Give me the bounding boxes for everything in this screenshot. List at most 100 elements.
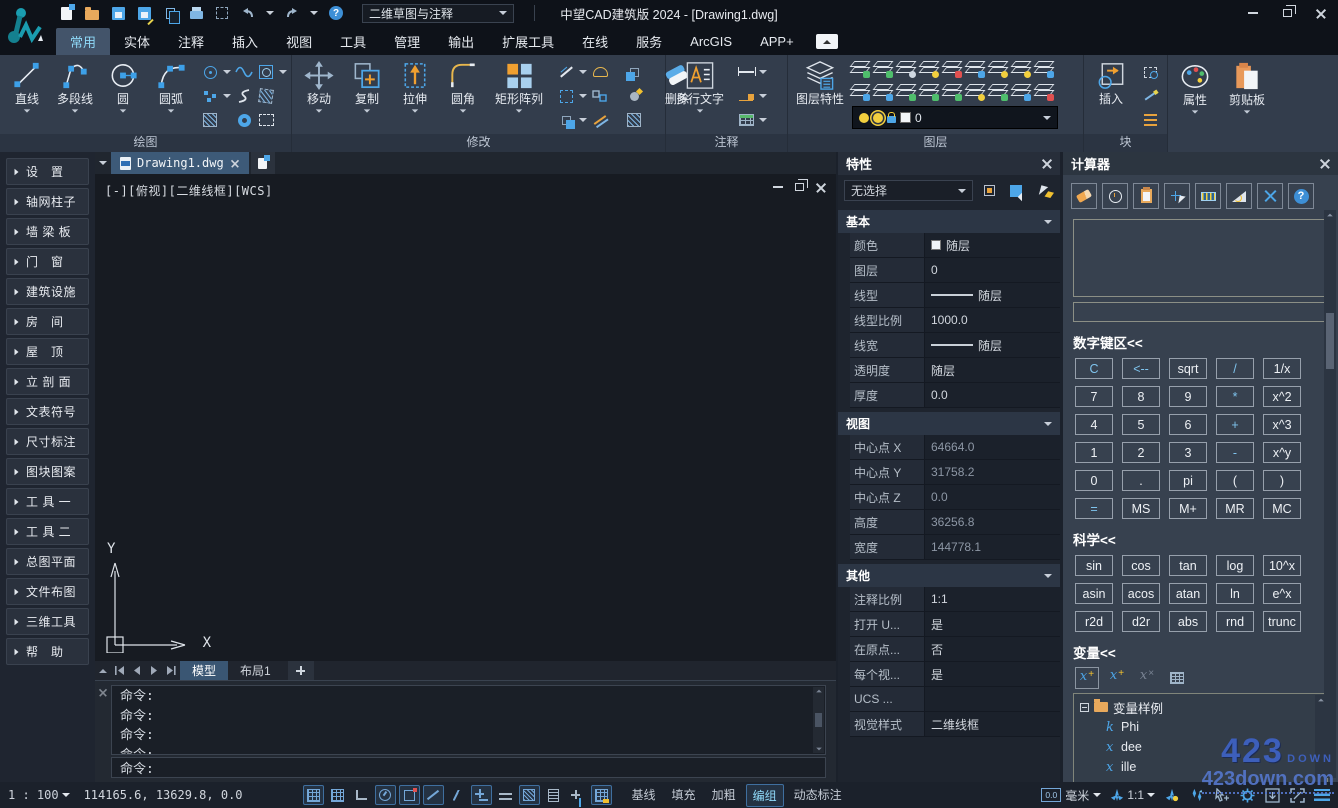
sidebar-item[interactable]: 建筑设施 <box>6 278 89 305</box>
sidebar-item[interactable]: 文表符号 <box>6 398 89 425</box>
calc-key[interactable]: M+ <box>1169 498 1207 519</box>
calc-key[interactable]: 9 <box>1169 386 1207 407</box>
help-icon[interactable]: ? <box>328 5 344 21</box>
command-history[interactable]: 命令: 命令: 命令: 命令: <box>111 685 826 755</box>
sidebar-item[interactable]: 总图平面 <box>6 548 89 575</box>
layout-tab[interactable]: 模型 <box>180 661 228 680</box>
property-row[interactable]: 中心点 X 64664.0 <box>850 435 1060 460</box>
fullscreen-icon[interactable] <box>1289 787 1305 803</box>
calc-key[interactable]: C <box>1075 358 1113 379</box>
layer-tool-icon[interactable] <box>988 58 1008 78</box>
property-row[interactable]: 注释比例 1:1 <box>850 587 1060 612</box>
dynamic-input-icon[interactable] <box>471 785 492 805</box>
calc-key[interactable]: log <box>1216 555 1254 576</box>
leader-icon[interactable] <box>736 86 756 106</box>
selection-filter-icon[interactable] <box>1214 787 1230 803</box>
section-header-view[interactable]: 视图 <box>838 412 1060 435</box>
move-button[interactable]: 移动 <box>296 58 342 114</box>
workspace-combo[interactable]: 二维草图与注释 <box>362 4 514 23</box>
close-button[interactable] <box>1304 0 1338 26</box>
close-calculator-icon[interactable] <box>1320 159 1330 169</box>
sidebar-item[interactable]: 文件布图 <box>6 578 89 605</box>
sidebar-item[interactable]: 尺寸标注 <box>6 428 89 455</box>
layer-tool-icon[interactable] <box>919 58 939 78</box>
variable-node[interactable]: x dee <box>1080 737 1313 757</box>
new-file-icon[interactable] <box>58 5 74 21</box>
calc-key[interactable]: 3 <box>1169 442 1207 463</box>
ribbon-collapse-icon[interactable] <box>816 34 838 49</box>
layer-tool-icon[interactable] <box>873 58 893 78</box>
calc-key[interactable]: 4 <box>1075 414 1113 435</box>
model-grid-icon[interactable] <box>303 785 324 805</box>
plot-icon[interactable] <box>188 5 204 21</box>
measure-angle-icon[interactable] <box>1226 183 1252 209</box>
layer-tool-icon[interactable] <box>873 81 893 101</box>
layer-tool-icon[interactable] <box>850 58 870 78</box>
add-layout-icon[interactable] <box>288 661 314 680</box>
command-scrollbar[interactable] <box>813 687 824 753</box>
calculator-scrollbar[interactable] <box>1324 210 1336 778</box>
arc-button[interactable]: 圆弧 <box>148 58 194 114</box>
object-snap-tracking-icon[interactable] <box>447 785 468 805</box>
selection-combo[interactable]: 无选择 <box>844 180 973 201</box>
sidebar-item[interactable]: 帮 助 <box>6 638 89 665</box>
stretch-button[interactable]: 拉伸 <box>392 58 438 114</box>
annotation-scale-control[interactable]: 1:1 <box>1110 788 1155 802</box>
mtext-button[interactable]: 多行文字 <box>670 58 730 114</box>
table-icon[interactable] <box>736 110 756 130</box>
get-coordinates-icon[interactable] <box>1164 183 1190 209</box>
calc-key[interactable]: 6 <box>1169 414 1207 435</box>
history-icon[interactable] <box>1102 183 1128 209</box>
calc-key[interactable]: sin <box>1075 555 1113 576</box>
hatch-edit-icon[interactable] <box>624 110 644 130</box>
undo-dropdown-icon[interactable] <box>266 11 274 15</box>
property-row[interactable]: 中心点 Y 31758.2 <box>850 460 1060 485</box>
calc-key[interactable]: abs <box>1169 611 1207 632</box>
spline-wave-icon[interactable] <box>234 62 254 82</box>
status-toggle[interactable]: 填充 <box>666 784 702 807</box>
calculator-mode-icon[interactable] <box>1165 667 1189 689</box>
menu-tab[interactable]: 视图 <box>272 28 326 55</box>
select-objects-icon[interactable] <box>1032 180 1054 201</box>
property-row[interactable]: 线型 随层 <box>850 283 1060 308</box>
rect-array-button[interactable]: 矩形阵列 <box>488 58 550 114</box>
calculator-input-box[interactable] <box>1073 302 1328 322</box>
dropdown-icon[interactable] <box>759 118 767 122</box>
clear-icon[interactable] <box>1071 183 1097 209</box>
layer-tool-icon[interactable] <box>965 58 985 78</box>
calc-key[interactable]: atan <box>1169 583 1207 604</box>
offset-icon[interactable] <box>556 86 576 106</box>
property-row[interactable]: 透明度 随层 <box>850 358 1060 383</box>
menu-tab[interactable]: 扩展工具 <box>488 28 568 55</box>
sidebar-item[interactable]: 墙 梁 板 <box>6 218 89 245</box>
property-row[interactable]: 颜色 随层 <box>850 233 1060 258</box>
donut-icon[interactable] <box>234 110 254 130</box>
dropdown-icon[interactable] <box>279 70 287 74</box>
calc-key[interactable]: / <box>1216 358 1254 379</box>
ortho-mode-icon[interactable] <box>351 785 372 805</box>
property-row[interactable]: 每个视... 是 <box>850 662 1060 687</box>
calc-key[interactable]: r2d <box>1075 611 1113 632</box>
layer-combo[interactable]: 0 <box>852 106 1058 129</box>
doc-minimize-icon[interactable] <box>773 186 783 188</box>
status-toggle[interactable]: 编组 <box>746 784 784 807</box>
open-folder-icon[interactable] <box>84 5 100 21</box>
fillet-button[interactable]: 圆角 <box>440 58 486 114</box>
status-toggle[interactable]: 动态标注 <box>788 784 848 807</box>
calc-key[interactable]: ln <box>1216 583 1254 604</box>
collapse-node-icon[interactable] <box>1080 703 1089 712</box>
sidebar-item[interactable]: 三维工具 <box>6 608 89 635</box>
layer-tool-icon[interactable] <box>942 58 962 78</box>
line-button[interactable]: 直线 <box>4 58 50 114</box>
layer-tool-icon[interactable] <box>942 81 962 101</box>
variable-node[interactable]: k Phi <box>1080 717 1313 737</box>
calc-key[interactable]: 5 <box>1122 414 1160 435</box>
variable-tool-icon[interactable]: x× <box>1135 667 1159 689</box>
close-command-icon[interactable] <box>99 688 107 696</box>
command-input[interactable]: 命令: <box>111 757 826 778</box>
menu-tab[interactable]: 服务 <box>622 28 676 55</box>
menu-tab[interactable]: 插入 <box>218 28 272 55</box>
revision-circle-icon[interactable] <box>200 62 220 82</box>
zwcad-logo[interactable] <box>0 0 56 55</box>
scientific-label[interactable]: 科学<< <box>1063 519 1338 551</box>
